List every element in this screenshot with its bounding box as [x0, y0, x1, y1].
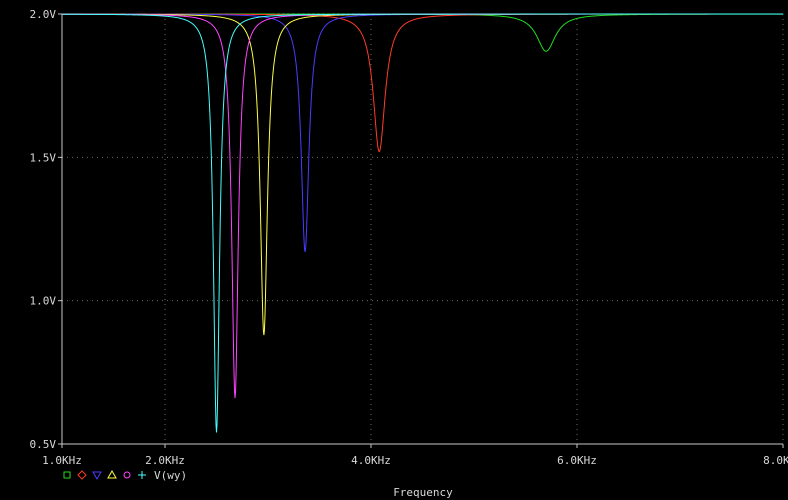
x-tick-label-0: 1.0KHz	[42, 454, 82, 467]
legend-marker-circle	[123, 471, 131, 479]
series-line-plus	[62, 13, 783, 433]
series-line-square	[62, 13, 783, 52]
x-tick-label-3: 6.0KHz	[557, 454, 597, 467]
legend-marker-diamond	[77, 470, 87, 480]
series-line-triangle-up	[62, 13, 783, 336]
y-tick-label-0: 0.5V	[30, 438, 57, 451]
legend-marker-plus	[138, 471, 146, 479]
legend-marker-triangle-down	[92, 471, 102, 481]
legend-marker-triangle-up	[107, 469, 117, 479]
series-line-triangle-down	[62, 13, 783, 253]
legend-markers	[63, 469, 146, 481]
tick-labels: 1.0KHz 2.0KHz 4.0KHz 6.0KHz 8.0KHz 0.5V 1.0V 1.…	[30, 8, 788, 467]
series-line-diamond	[62, 13, 783, 153]
series-line-circle	[62, 13, 783, 399]
grid	[61, 13, 784, 445]
frequency-plot: 1.0KHz 2.0KHz 4.0KHz 6.0KHz 8.0KHz 0.5V 1.0V 1.…	[30, 8, 788, 499]
y-tick-label-3: 2.0V	[30, 8, 57, 21]
legend: V(wy)	[63, 469, 187, 482]
x-tick-label-2: 4.0KHz	[351, 454, 391, 467]
x-tick-label-4: 8.0KHz	[763, 454, 788, 467]
x-axis-label: Frequency	[393, 486, 453, 499]
x-tick-label-1: 2.0KHz	[145, 454, 185, 467]
y-tick-label-1: 1.0V	[30, 295, 57, 308]
series-group	[62, 13, 783, 433]
legend-label: V(wy)	[154, 469, 187, 482]
plot-axes	[58, 13, 784, 448]
y-tick-label-2: 1.5V	[30, 151, 57, 164]
legend-marker-square	[63, 471, 71, 479]
